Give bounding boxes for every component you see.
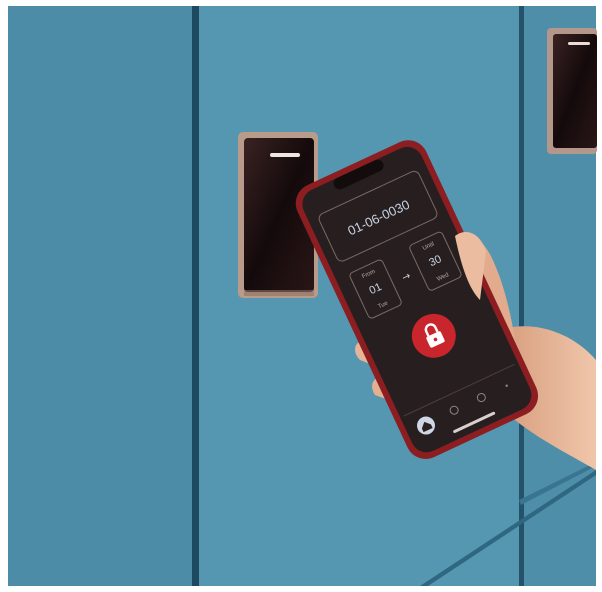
locker-photo: 01-06-0030 From 01 Tue → Until 30 Wed: [0, 0, 602, 592]
photo-scene: 01-06-0030 From 01 Tue → Until 30 Wed: [0, 0, 602, 592]
card-reader-right: [547, 28, 597, 154]
